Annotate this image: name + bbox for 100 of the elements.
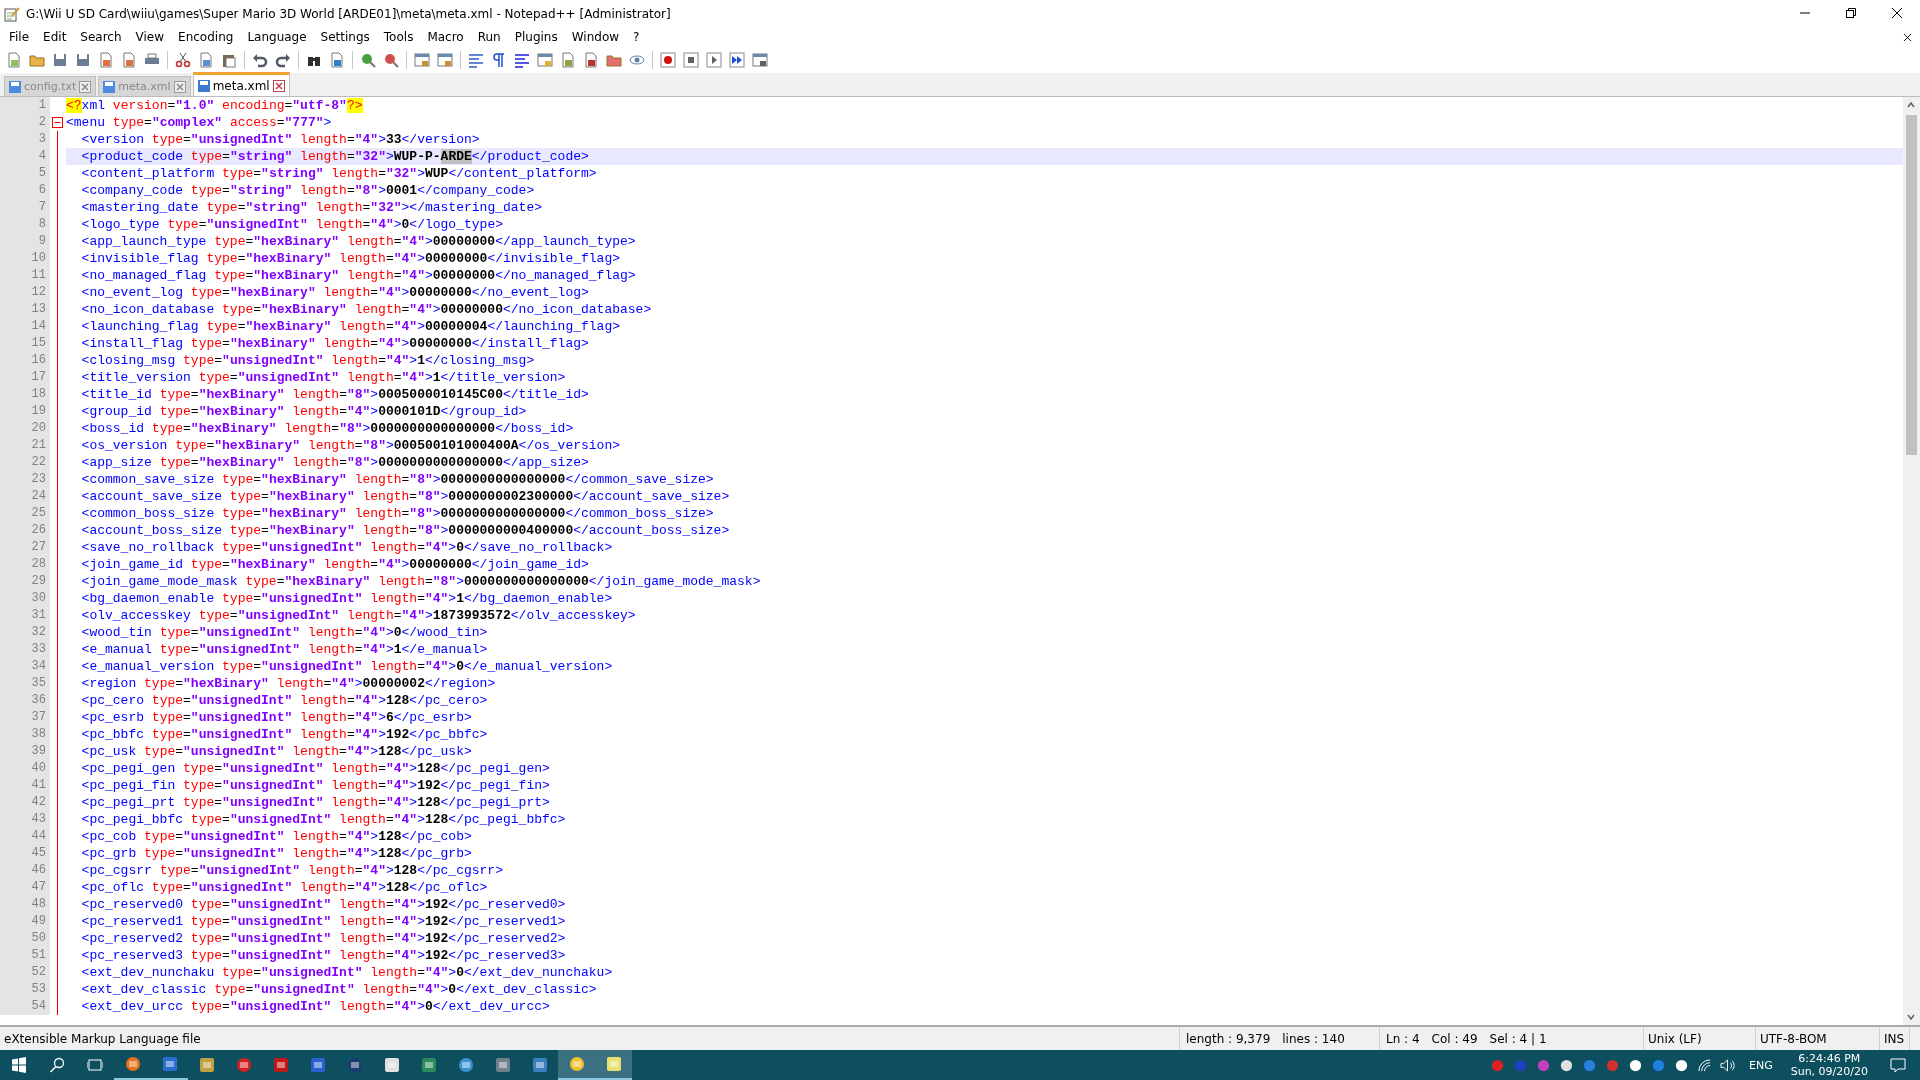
- paste-icon[interactable]: [221, 52, 237, 68]
- code-line: <title_id type="hexBinary" length="8">0005000010145C00</title_id>: [80, 386, 590, 403]
- line-number: 9: [0, 233, 50, 250]
- clock-time[interactable]: 6:24:46 PM: [1798, 1052, 1861, 1065]
- menu-item[interactable]: View: [128, 28, 172, 46]
- copy-icon[interactable]: [198, 52, 214, 68]
- app-icon[interactable]: [161, 1056, 178, 1072]
- line-number: 18: [0, 386, 50, 403]
- window-title: G:\Wii U SD Card\wiiu\games\Super Mario 3D World [ARDE01]\meta\meta.xml - Notepad++ [Administrator]: [26, 6, 672, 21]
- app-icon[interactable]: [568, 1056, 585, 1072]
- app-icon[interactable]: [346, 1057, 363, 1073]
- code-line: <join_game_id type="hexBinary" length="4">00000000</join_game_id>: [80, 556, 590, 573]
- line-number: 15: [0, 335, 50, 352]
- line-number: 36: [0, 692, 50, 709]
- eye-icon[interactable]: [629, 52, 645, 68]
- menu-item[interactable]: Macro: [420, 28, 471, 46]
- line-number: 21: [0, 437, 50, 454]
- code-line: <pc_reserved3 type="unsignedInt" length="4">192</pc_reserved3>: [80, 947, 567, 964]
- line-number: 30: [0, 590, 50, 607]
- input-language[interactable]: ENG: [1738, 1058, 1783, 1072]
- code-line: <app_size type="hexBinary" length="8">0000000000000000</app_size>: [80, 454, 590, 471]
- cut-icon[interactable]: [175, 52, 191, 68]
- code-line: <company_code type="string" length="8">0001</company_code>: [80, 182, 536, 199]
- menu-item[interactable]: Plugins: [507, 28, 565, 46]
- menu-item[interactable]: Encoding: [171, 28, 241, 46]
- close-icon[interactable]: [1903, 32, 1912, 42]
- app-icon[interactable]: [457, 1057, 474, 1073]
- code-line: <pc_esrb type="unsignedInt" length="4">6</pc_esrb>: [80, 709, 473, 726]
- code-line: <launching_flag type="hexBinary" length="4">00000004</launching_flag>: [80, 318, 621, 335]
- line-number: 35: [0, 675, 50, 692]
- line-number: 26: [0, 522, 50, 539]
- menu-item[interactable]: Language: [240, 28, 314, 46]
- line-number: 4: [0, 148, 50, 165]
- app-icon[interactable]: [309, 1057, 326, 1073]
- minus-icon[interactable]: [52, 117, 63, 128]
- app-icon[interactable]: [198, 1057, 215, 1073]
- app-icon[interactable]: [124, 1056, 141, 1072]
- code-line: <mastering_date type="string" length="32"></mastering_date>: [80, 199, 543, 216]
- pilcrow-icon[interactable]: [491, 52, 507, 68]
- app-icon[interactable]: [383, 1057, 400, 1073]
- code-line: <pc_usk type="unsignedInt" length="4">128</pc_usk>: [80, 743, 473, 760]
- file-tab[interactable]: meta.xml: [192, 72, 290, 96]
- code-line: <bg_daemon_enable type="unsignedInt" length="4">1</bg_daemon_enable>: [80, 590, 614, 607]
- stop-icon[interactable]: [683, 52, 699, 68]
- line-number: 2: [0, 114, 50, 131]
- save-icon[interactable]: [52, 52, 68, 68]
- code-line: <pc_grb type="unsignedInt" length="4">128</pc_grb>: [80, 845, 473, 862]
- app-icon[interactable]: [531, 1057, 548, 1073]
- redo-icon[interactable]: [275, 52, 291, 68]
- code-line: <no_icon_database type="hexBinary" length="4">00000000</no_icon_database>: [80, 301, 653, 318]
- code-line: <closing_msg type="unsignedInt" length="4">1</closing_msg>: [80, 352, 536, 369]
- play-icon[interactable]: [706, 52, 722, 68]
- line-number: 47: [0, 879, 50, 896]
- app-icon[interactable]: [420, 1057, 437, 1073]
- app-icon[interactable]: [605, 1056, 622, 1072]
- menu-item[interactable]: ?: [626, 28, 647, 46]
- menu-item[interactable]: Window: [564, 28, 627, 46]
- menu-item[interactable]: Run: [470, 28, 508, 46]
- record-icon[interactable]: [660, 52, 676, 68]
- code-line: <app_launch_type type="hexBinary" length="4">00000000</app_launch_type>: [80, 233, 637, 250]
- code-line: <ext_dev_urcc type="unsignedInt" length="4">0</ext_dev_urcc>: [80, 998, 551, 1015]
- line-number: 54: [0, 998, 50, 1015]
- line-number: 12: [0, 284, 50, 301]
- save-all-icon[interactable]: [75, 52, 91, 68]
- code-line: <no_event_log type="hexBinary" length="4">00000000</no_event_log>: [80, 284, 590, 301]
- code-line: <group_id type="hexBinary" length="4">0000101D</group_id>: [80, 403, 528, 420]
- fast-forward-icon[interactable]: [729, 52, 745, 68]
- line-number: 42: [0, 794, 50, 811]
- menu-item[interactable]: Edit: [36, 28, 74, 46]
- word-wrap-icon[interactable]: [468, 52, 484, 68]
- app-icon[interactable]: [494, 1057, 511, 1073]
- line-number: 44: [0, 828, 50, 845]
- line-number: 40: [0, 760, 50, 777]
- line-number: 52: [0, 964, 50, 981]
- zoom-out-icon[interactable]: [383, 52, 399, 68]
- code-line: <pc_pegi_fin type="unsignedInt" length="4">192</pc_pegi_fin>: [80, 777, 551, 794]
- new-file-icon[interactable]: [6, 52, 22, 68]
- menu-item[interactable]: Search: [73, 28, 129, 46]
- scroll-thumb[interactable]: [1906, 115, 1917, 455]
- line-number: 41: [0, 777, 50, 794]
- menu-item[interactable]: Settings: [313, 28, 377, 46]
- menu-item[interactable]: Tools: [376, 28, 421, 46]
- app-icon[interactable]: [235, 1057, 252, 1073]
- line-number: 51: [0, 947, 50, 964]
- close-file-icon[interactable]: [98, 52, 114, 68]
- line-number: 17: [0, 369, 50, 386]
- folder-icon[interactable]: [606, 52, 622, 68]
- menu-item[interactable]: File: [2, 28, 37, 46]
- line-number: 32: [0, 624, 50, 641]
- code-line: <content_platform type="string" length="32">WUP</content_platform>: [80, 165, 598, 182]
- undo-icon[interactable]: [252, 52, 268, 68]
- scrollbar[interactable]: [1903, 97, 1920, 1025]
- app-icon[interactable]: [272, 1057, 289, 1073]
- indent-guide-icon[interactable]: [514, 52, 530, 68]
- open-folder-icon[interactable]: [29, 52, 45, 68]
- zoom-in-icon[interactable]: [360, 52, 376, 68]
- line-info: Ln : 4: [1386, 1031, 1420, 1046]
- close-all-icon[interactable]: [121, 52, 137, 68]
- clock-date[interactable]: Sun, 09/20/20: [1790, 1065, 1868, 1078]
- code-line: <boss_id type="hexBinary" length="8">0000000000000000</boss_id>: [80, 420, 575, 437]
